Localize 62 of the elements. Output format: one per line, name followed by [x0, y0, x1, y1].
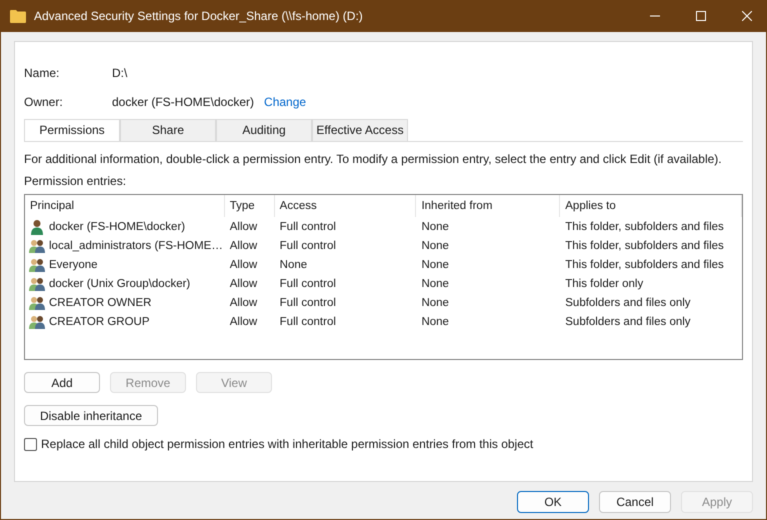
table-cell: Full control [280, 316, 336, 328]
table-cell: Allow [230, 220, 258, 232]
table-cell: Subfolders and files only [565, 296, 691, 308]
table-cell: This folder only [565, 278, 644, 290]
owner-label: Owner: [24, 94, 64, 108]
change-link[interactable]: Change [264, 94, 306, 108]
table-cell: This folder, subfolders and files [565, 258, 724, 270]
table-cell: Allow [230, 316, 258, 328]
column-header[interactable]: Type [224, 195, 275, 217]
entry-button[interactable]: Add [24, 372, 100, 393]
table-cell: Allow [230, 258, 258, 270]
group-icon [29, 276, 45, 292]
group-icon [29, 314, 45, 330]
table-cell: Subfolders and files only [565, 316, 691, 328]
folder-icon [10, 9, 26, 23]
table-cell: This folder, subfolders and files [565, 240, 724, 252]
window-title: Advanced Security Settings for Docker_Share (\\fs-home) (D:) [34, 9, 364, 23]
table-cell: local_administrators (FS-HOME… [49, 240, 223, 252]
table-cell: Full control [280, 220, 336, 232]
table-cell: None [421, 220, 449, 232]
table-cell: None [421, 240, 449, 252]
group-icon [29, 256, 45, 272]
table-cell: docker (Unix Group\docker) [49, 278, 190, 290]
group-icon [29, 238, 45, 254]
entries-label: Permission entries: [24, 173, 128, 190]
table-cell: This folder, subfolders and files [565, 220, 724, 232]
table-cell: Allow [230, 240, 258, 252]
maximize-icon[interactable] [696, 11, 706, 21]
column-header[interactable]: Inherited from [416, 195, 560, 217]
table-cell: None [421, 296, 449, 308]
tab[interactable]: Permissions [24, 119, 120, 141]
info-text: For additional information, double-click a permission entry. To modify a permission entry, select the entry and click Edit (if available). [24, 151, 723, 168]
dialog-button[interactable]: Cancel [599, 491, 671, 513]
close-icon[interactable] [742, 11, 752, 21]
table-cell: docker (FS-HOME\docker) [49, 220, 186, 232]
checkbox[interactable] [24, 438, 37, 450]
user-icon [29, 218, 45, 234]
name-value: D:\ [112, 66, 128, 80]
table-cell: None [421, 278, 449, 290]
checkbox-label: Replace all child object permission entries with inheritable permission entries from this object [41, 437, 534, 451]
column-header[interactable]: Applies to [560, 195, 742, 217]
table-cell: Everyone [49, 258, 98, 270]
table-cell: None [421, 258, 449, 270]
group-icon [29, 294, 45, 310]
table-cell: CREATOR GROUP [49, 316, 150, 328]
tab[interactable]: Share [120, 119, 216, 141]
table-cell: CREATOR OWNER [49, 296, 152, 308]
table-cell: None [280, 258, 308, 270]
tab[interactable]: Effective Access [312, 119, 408, 141]
name-label: Name: [24, 66, 60, 80]
table-cell: Allow [230, 278, 258, 290]
table-cell: Full control [280, 296, 336, 308]
table-cell: Full control [280, 240, 336, 252]
table-cell: None [421, 316, 449, 328]
table-cell: Allow [230, 296, 258, 308]
dialog-button[interactable]: OK [517, 491, 589, 513]
owner-value: docker (FS-HOME\docker) [112, 94, 254, 108]
tab[interactable]: Auditing [216, 119, 312, 141]
disable-inheritance-button[interactable]: Disable inheritance [24, 405, 158, 426]
column-header[interactable]: Access [274, 195, 416, 217]
table-cell: Full control [280, 278, 336, 290]
column-header[interactable]: Principal [25, 195, 225, 217]
